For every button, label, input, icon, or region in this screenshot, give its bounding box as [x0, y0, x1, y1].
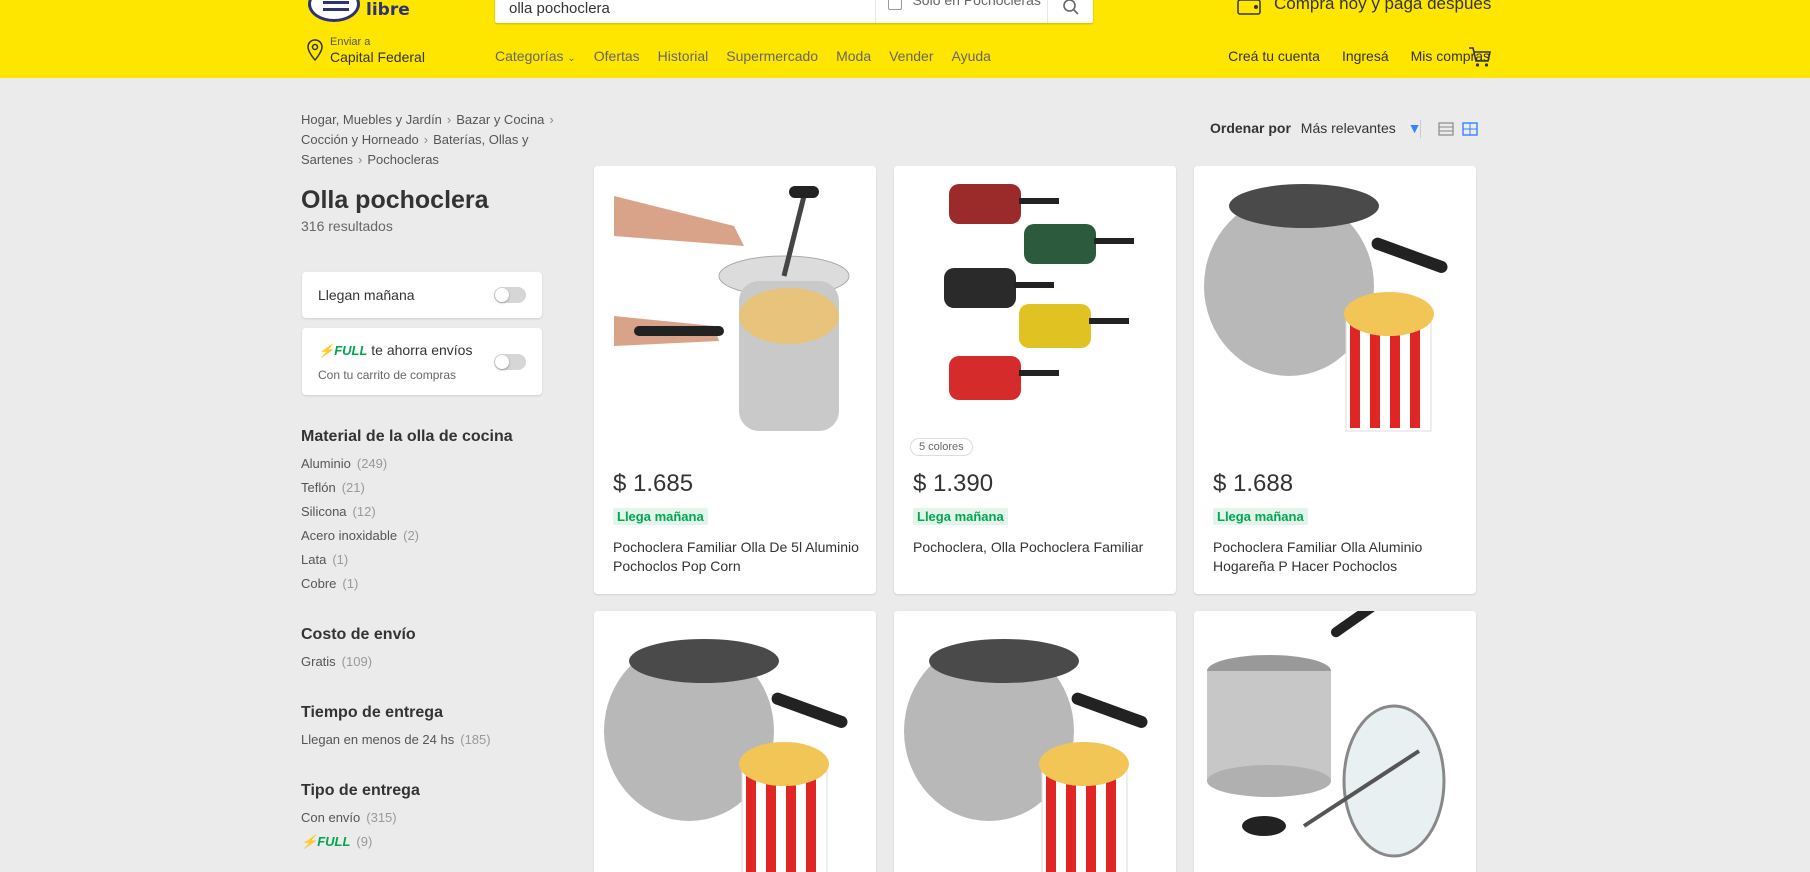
filter-option[interactable]: Silicona (12): [301, 504, 561, 528]
filter-option[interactable]: Acero inoxidable (2): [301, 528, 561, 552]
filter-group-delivery-type: Tipo de entrega Con envío (315) ⚡FULL (9): [301, 782, 561, 858]
colors-badge: 5 colores: [910, 438, 973, 456]
full-sublabel: Con tu carrito de compras: [318, 368, 457, 382]
product-card[interactable]: 5 colores $ 1.390 Llega mañana Pochocler…: [894, 166, 1176, 594]
product-price: $ 1.685: [613, 470, 694, 497]
product-title[interactable]: Pochoclera Familiar Olla De 5l Aluminio …: [613, 538, 863, 576]
breadcrumb-item[interactable]: Pochocleras: [367, 152, 439, 167]
product-card[interactable]: [894, 611, 1176, 872]
product-image[interactable]: [894, 611, 1176, 872]
filter-option[interactable]: Teflón (21): [301, 480, 561, 504]
filter-group-delivery-time: Tiempo de entrega Llegan en menos de 24 …: [301, 704, 561, 756]
search-input[interactable]: olla pochoclera: [509, 0, 610, 17]
breadcrumb-item[interactable]: Bazar y Cocina: [456, 112, 544, 127]
logo[interactable]: mercado libre: [308, 0, 449, 26]
chevron-right-icon: ›: [358, 152, 363, 167]
product-card[interactable]: $ 1.685 Llega mañana Pochoclera Familiar…: [594, 166, 876, 594]
category-checkbox[interactable]: [888, 0, 902, 10]
logo-text: mercado libre: [366, 0, 449, 20]
product-card[interactable]: [1194, 611, 1476, 872]
filter-group-title: Costo de envío: [301, 626, 416, 643]
main-nav: Categorías ⌄ Ofertas Historial Supermerc…: [495, 48, 991, 64]
filter-option[interactable]: Cobre (1): [301, 576, 561, 600]
filter-option[interactable]: Gratis (109): [301, 654, 561, 678]
full-label: ⚡FULL te ahorra envíos: [318, 342, 473, 358]
filter-option[interactable]: Aluminio (249): [301, 456, 561, 480]
divider: [1420, 120, 1421, 138]
chevron-right-icon: ›: [549, 112, 554, 127]
location-label: Enviar a: [330, 36, 371, 48]
wallet-icon: [1237, 0, 1261, 15]
promo-text: Comprá hoy y pagá después: [1274, 0, 1492, 13]
search-category-filter[interactable]: Solo en Pochocleras: [875, 0, 1041, 23]
filter-option[interactable]: Llegan en menos de 24 hs (185): [301, 732, 561, 756]
chevron-right-icon: ›: [446, 112, 452, 127]
product-title[interactable]: Pochoclera Familiar Olla Aluminio Hogare…: [1213, 538, 1463, 576]
full-toggle[interactable]: [494, 354, 526, 370]
filter-option[interactable]: ⚡FULL (9): [301, 834, 561, 858]
cart-icon[interactable]: [1468, 46, 1492, 68]
product-card[interactable]: $ 1.688 Llega mañana Pochoclera Familiar…: [1194, 166, 1476, 594]
arrive-tomorrow-filter[interactable]: Llegan mañana: [302, 272, 542, 318]
list-view-icon[interactable]: [1438, 122, 1454, 136]
account-nav: Creá tu cuenta Ingresá Mis compras: [1228, 48, 1490, 64]
product-image[interactable]: [594, 166, 876, 448]
sort-label: Ordenar por: [1210, 120, 1291, 136]
chevron-down-icon: ⌄: [567, 53, 576, 64]
filter-option[interactable]: Con envío (315): [301, 810, 561, 834]
filter-group-material: Material de la olla de cocina Aluminio (2…: [301, 428, 561, 600]
breadcrumb-item[interactable]: Hogar, Muebles y Jardín: [301, 112, 442, 127]
filter-group-title: Tipo de entrega: [301, 782, 420, 799]
product-price: $ 1.688: [1213, 470, 1294, 497]
filter-group-shipping: Costo de envío Gratis (109): [301, 626, 561, 678]
sort-dropdown[interactable]: Ordenar por Más relevantes ▼: [1210, 120, 1421, 136]
filter-option[interactable]: Lata (1): [301, 552, 561, 576]
arrive-tomorrow-toggle[interactable]: [494, 287, 526, 303]
search-button[interactable]: [1047, 0, 1093, 23]
grid-view-icon[interactable]: [1462, 122, 1478, 136]
sort-value: Más relevantes: [1300, 120, 1396, 136]
nav-moda[interactable]: Moda: [836, 48, 871, 64]
nav-ofertas[interactable]: Ofertas: [594, 48, 640, 64]
create-account-link[interactable]: Creá tu cuenta: [1228, 48, 1320, 64]
breadcrumb: Hogar, Muebles y Jardín › Bazar y Cocina › …: [301, 110, 581, 170]
nav-vender[interactable]: Vender: [889, 48, 933, 64]
results-count: 316 resultados: [301, 218, 393, 234]
product-image[interactable]: [1194, 611, 1476, 872]
product-title[interactable]: Pochoclera, Olla Pochoclera Familiar: [913, 538, 1163, 557]
nav-historial[interactable]: Historial: [658, 48, 709, 64]
arrive-tomorrow-label: Llegan mañana: [318, 287, 415, 303]
breadcrumb-item[interactable]: Cocción y Horneado: [301, 132, 419, 147]
product-card[interactable]: [594, 611, 876, 872]
product-price: $ 1.390: [913, 470, 994, 497]
category-filter-label: Solo en Pochocleras: [912, 0, 1041, 8]
chevron-right-icon: ›: [423, 132, 429, 147]
page-title: Olla pochoclera: [301, 186, 489, 214]
shipping-badge: Llega mañana: [613, 508, 708, 525]
product-image[interactable]: [1194, 166, 1476, 448]
product-image[interactable]: [594, 611, 876, 872]
nav-ayuda[interactable]: Ayuda: [951, 48, 990, 64]
location-value: Capital Federal: [330, 49, 425, 65]
product-image[interactable]: [894, 166, 1176, 448]
shipping-badge: Llega mañana: [913, 508, 1008, 525]
nav-categorias[interactable]: Categorías ⌄: [495, 48, 576, 64]
header: mercado libre olla pochoclera Solo en Po…: [0, 0, 1810, 78]
logo-handshake-icon: [308, 0, 360, 22]
full-logo: ⚡FULL: [318, 343, 368, 358]
filter-group-title: Tiempo de entrega: [301, 704, 443, 721]
nav-supermercado[interactable]: Supermercado: [726, 48, 818, 64]
login-link[interactable]: Ingresá: [1342, 48, 1389, 64]
location-pin-icon: [307, 39, 323, 62]
shipping-badge: Llega mañana: [1213, 508, 1308, 525]
search-bar[interactable]: olla pochoclera Solo en Pochocleras: [495, 0, 1093, 23]
filter-group-title: Material de la olla de cocina: [301, 428, 513, 445]
search-icon: [1063, 0, 1079, 15]
full-filter[interactable]: ⚡FULL te ahorra envíos Con tu carrito de…: [302, 328, 542, 395]
